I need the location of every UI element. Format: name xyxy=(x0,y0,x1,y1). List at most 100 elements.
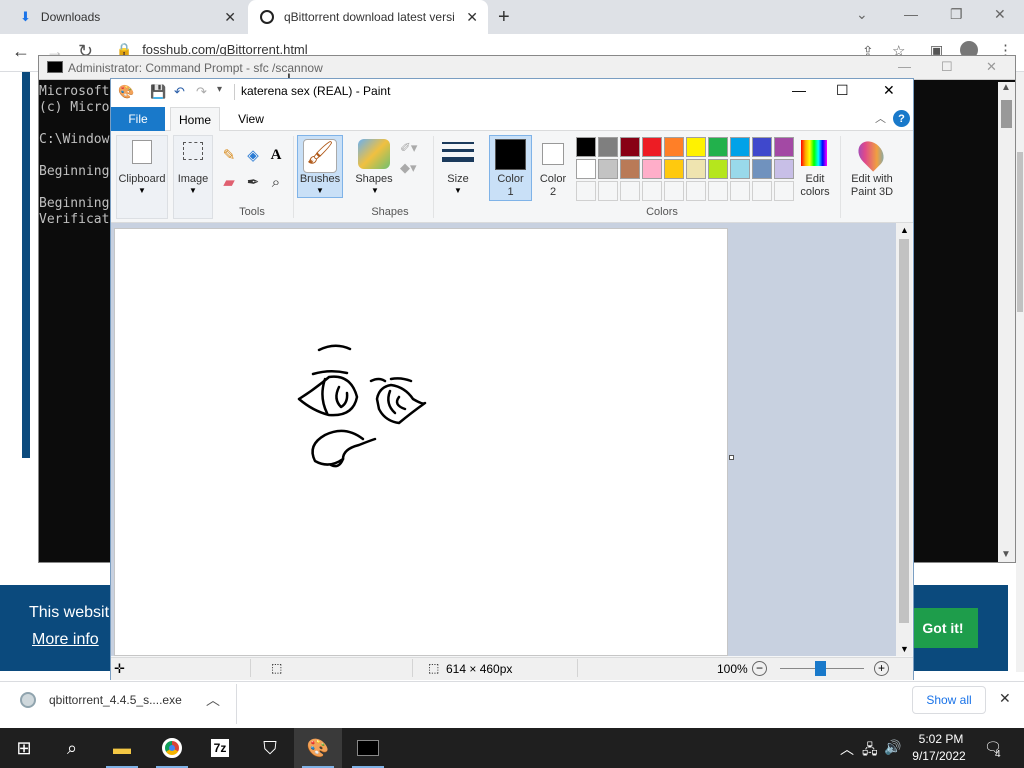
search-icon[interactable]: ⌕ xyxy=(48,728,96,768)
help-icon[interactable]: ? xyxy=(893,110,910,127)
cmd-app-icon xyxy=(47,61,63,73)
palette-swatch[interactable] xyxy=(664,181,684,201)
minimize-icon[interactable]: — xyxy=(792,82,806,98)
fill-icon[interactable]: ◆▾ xyxy=(400,160,417,176)
customize-quick-access-icon[interactable]: ▾ xyxy=(217,84,222,95)
color-picker-icon[interactable]: ✒ xyxy=(243,172,263,192)
zoom-out-button[interactable]: − xyxy=(752,661,767,676)
undo-icon[interactable]: ↶ xyxy=(174,84,185,100)
clock-time[interactable]: 5:02 PM xyxy=(914,732,968,746)
start-windows-icon[interactable]: ⊞ xyxy=(0,728,48,768)
palette-swatch[interactable] xyxy=(774,181,794,201)
palette-swatch[interactable] xyxy=(576,159,596,179)
more-info-link[interactable]: More info xyxy=(32,631,99,649)
tab-search-chevron-icon[interactable]: ⌄ xyxy=(856,6,868,23)
palette-swatch[interactable] xyxy=(598,137,618,157)
shapes-icon[interactable] xyxy=(358,139,390,169)
palette-swatch[interactable] xyxy=(730,137,750,157)
outline-icon[interactable]: ✐▾ xyxy=(400,140,417,156)
shapes-button-label[interactable]: Shapes xyxy=(352,173,396,185)
fill-bucket-icon[interactable]: ◈ xyxy=(243,145,263,165)
tab-view[interactable]: View xyxy=(226,107,276,131)
tab-file[interactable]: File xyxy=(111,107,165,131)
back-arrow-icon[interactable]: ← xyxy=(12,41,30,62)
palette-swatch[interactable] xyxy=(664,159,684,179)
close-tab-icon[interactable]: ✕ xyxy=(466,9,478,26)
cmd-scrollbar[interactable]: ▲ ▼ xyxy=(998,82,1015,562)
palette-swatch[interactable] xyxy=(664,137,684,157)
tab-qbittorrent[interactable]: qBittorrent download latest versi ✕ xyxy=(248,0,488,34)
redo-icon[interactable]: ↷ xyxy=(196,84,207,100)
close-download-bar-icon[interactable]: ✕ xyxy=(999,690,1011,707)
file-explorer-icon[interactable]: ▬ xyxy=(98,728,146,768)
palette-swatch[interactable] xyxy=(642,137,662,157)
pencil-icon[interactable]: ✎ xyxy=(219,145,239,165)
palette-swatch[interactable] xyxy=(620,181,640,201)
clock-date[interactable]: 9/17/2022 xyxy=(908,749,970,763)
edit-with-paint3d-button[interactable]: Edit with Paint 3D xyxy=(844,173,900,199)
divider xyxy=(236,684,237,724)
minimize-icon[interactable]: — xyxy=(898,59,911,74)
size-button[interactable]: Size xyxy=(438,173,478,185)
chevron-up-icon[interactable]: ︿ xyxy=(206,690,220,710)
new-tab-plus-icon[interactable]: + xyxy=(498,6,510,29)
edit-colors-button[interactable]: Edit colors xyxy=(794,173,836,199)
cursor-position-icon: ✛ xyxy=(114,661,125,676)
palette-swatch[interactable] xyxy=(752,137,772,157)
network-icon[interactable]: 🖧 xyxy=(862,739,878,763)
save-icon[interactable]: 💾 xyxy=(150,84,166,100)
palette-swatch[interactable] xyxy=(708,159,728,179)
zoom-in-button[interactable]: + xyxy=(874,661,889,676)
volume-icon[interactable]: 🔊 xyxy=(884,739,901,756)
cmd-taskbar-icon[interactable] xyxy=(344,728,392,768)
chrome-icon[interactable] xyxy=(148,728,196,768)
palette-swatch[interactable] xyxy=(774,159,794,179)
canvas-scrollbar[interactable]: ▲ ▼ xyxy=(896,223,912,656)
close-tab-icon[interactable]: ✕ xyxy=(224,9,236,26)
minimize-icon[interactable]: — xyxy=(904,6,918,22)
tab-downloads[interactable]: ⬇ Downloads ✕ xyxy=(8,0,246,34)
palette-swatch[interactable] xyxy=(752,159,772,179)
maximize-icon[interactable]: ☐ xyxy=(941,59,953,75)
palette-swatch[interactable] xyxy=(774,137,794,157)
close-icon[interactable]: ✕ xyxy=(986,59,997,75)
security-shield-icon[interactable]: ⛉ xyxy=(246,728,294,768)
7zip-icon[interactable]: 7z xyxy=(196,728,244,768)
collapse-ribbon-icon[interactable]: ︿ xyxy=(875,110,886,126)
show-all-button[interactable]: Show all xyxy=(912,686,986,714)
palette-swatch[interactable] xyxy=(620,159,640,179)
palette-swatch[interactable] xyxy=(576,137,596,157)
palette-swatch[interactable] xyxy=(576,181,596,201)
zoom-slider-thumb[interactable] xyxy=(815,661,826,676)
palette-swatch[interactable] xyxy=(598,181,618,201)
palette-swatch[interactable] xyxy=(686,137,706,157)
palette-swatch[interactable] xyxy=(708,137,728,157)
restore-icon[interactable]: ❐ xyxy=(950,6,963,23)
maximize-icon[interactable]: ☐ xyxy=(836,82,849,99)
page-scrollbar[interactable] xyxy=(1016,72,1024,672)
tab-home[interactable]: Home xyxy=(170,107,220,131)
palette-swatch[interactable] xyxy=(642,159,662,179)
paint-taskbar-icon[interactable]: 🎨 xyxy=(294,728,342,768)
text-tool-icon[interactable]: A xyxy=(266,145,286,165)
show-hidden-icons-chevron-icon[interactable]: ︿ xyxy=(840,739,854,759)
palette-swatch[interactable] xyxy=(708,181,728,201)
palette-swatch[interactable] xyxy=(686,181,706,201)
got-it-button[interactable]: Got it! xyxy=(908,608,978,648)
drawing-canvas[interactable] xyxy=(114,228,728,656)
palette-swatch[interactable] xyxy=(686,159,706,179)
eraser-icon[interactable]: ▰ xyxy=(219,172,239,192)
palette-swatch[interactable] xyxy=(730,159,750,179)
color2-swatch[interactable] xyxy=(542,143,564,165)
palette-swatch[interactable] xyxy=(642,181,662,201)
palette-swatch[interactable] xyxy=(730,181,750,201)
palette-swatch[interactable] xyxy=(620,137,640,157)
canvas-resize-handle[interactable] xyxy=(729,455,734,460)
close-window-icon[interactable]: ✕ xyxy=(994,6,1006,23)
group-label: Shapes xyxy=(371,206,409,218)
palette-swatch[interactable] xyxy=(752,181,772,201)
palette-swatch[interactable] xyxy=(598,159,618,179)
magnifier-icon[interactable]: ⌕ xyxy=(266,172,286,192)
close-icon[interactable]: ✕ xyxy=(883,82,895,99)
download-filename[interactable]: qbittorrent_4.4.5_s....exe xyxy=(49,693,182,707)
